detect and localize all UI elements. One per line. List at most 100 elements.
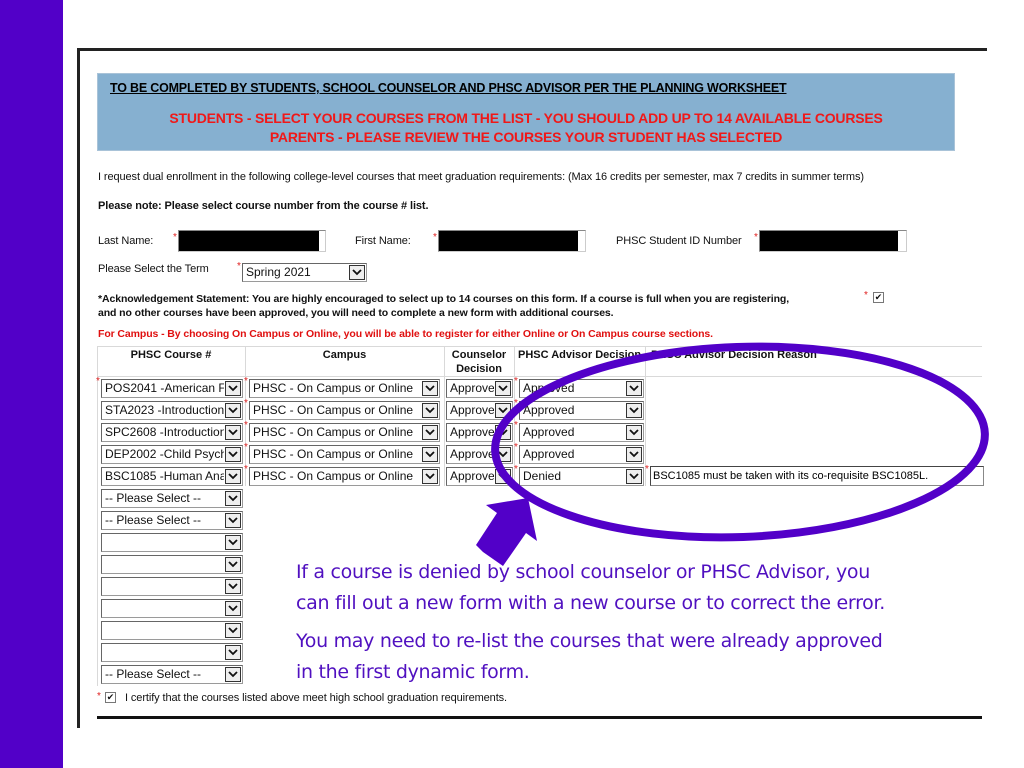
counselor-decision-select-value: Approve — [450, 447, 494, 461]
counselor-decision-select[interactable]: Approve — [446, 445, 513, 464]
course-select[interactable] — [101, 643, 243, 662]
slide-accent-bar — [0, 0, 63, 768]
course-select-value: SPC2608 -Introduction — [105, 425, 224, 439]
advisor-decision-select-value: Denied — [523, 469, 562, 483]
advisor-decision-select[interactable]: Denied — [519, 467, 644, 486]
course-select[interactable]: -- Please Select -- — [101, 511, 243, 530]
callout-line-1: If a course is denied by school counselo… — [296, 561, 871, 583]
chevron-down-icon[interactable] — [225, 623, 241, 638]
chevron-down-icon[interactable] — [495, 403, 511, 418]
required-marker: * — [514, 398, 518, 409]
chevron-down-icon[interactable] — [225, 513, 241, 528]
chevron-down-icon[interactable] — [225, 557, 241, 572]
advisor-decision-select[interactable]: Approved — [519, 379, 644, 398]
course-select[interactable]: STA2023 -Introduction — [101, 401, 243, 420]
course-select-value: BSC1085 -Human Anat — [105, 469, 224, 483]
course-select-value: POS2041 -American Fed — [105, 381, 224, 395]
chevron-down-icon[interactable] — [225, 403, 241, 418]
term-select-value: Spring 2021 — [246, 265, 311, 279]
required-marker: * — [645, 464, 649, 475]
chevron-down-icon[interactable] — [349, 265, 365, 280]
chevron-down-icon[interactable] — [626, 403, 642, 418]
campus-select[interactable]: PHSC - On Campus or Online — [249, 467, 440, 486]
course-select[interactable]: BSC1085 -Human Anat — [101, 467, 243, 486]
chevron-down-icon[interactable] — [495, 469, 511, 484]
form-bottom-rule — [97, 716, 982, 719]
required-marker: * — [244, 442, 248, 453]
campus-select-value: PHSC - On Campus or Online — [253, 425, 414, 439]
chevron-down-icon[interactable] — [422, 425, 438, 440]
course-select[interactable]: POS2041 -American Fed — [101, 379, 243, 398]
chevron-down-icon[interactable] — [422, 447, 438, 462]
required-marker: * — [244, 464, 248, 475]
header-reason: PHSC Advisor Decision Reason — [649, 349, 817, 361]
course-select-value: STA2023 -Introduction — [105, 403, 224, 417]
term-select[interactable]: Spring 2021 — [242, 263, 367, 282]
banner-title: TO BE COMPLETED BY STUDENTS, SCHOOL COUN… — [110, 81, 787, 95]
counselor-decision-select[interactable]: Approve — [446, 379, 513, 398]
chevron-down-icon[interactable] — [626, 425, 642, 440]
advisor-reason-input[interactable]: BSC1085 must be taken with its co-requis… — [650, 466, 984, 486]
course-select[interactable]: -- Please Select -- — [101, 489, 243, 508]
redaction-bar — [439, 231, 578, 251]
chevron-down-icon[interactable] — [495, 447, 511, 462]
chevron-down-icon[interactable] — [225, 425, 241, 440]
chevron-down-icon[interactable] — [422, 469, 438, 484]
required-marker: * — [244, 420, 248, 431]
course-select[interactable] — [101, 533, 243, 552]
certify-label: I certify that the courses listed above … — [125, 692, 508, 704]
campus-select[interactable]: PHSC - On Campus or Online — [249, 401, 440, 420]
counselor-decision-select-value: Approve — [450, 425, 494, 439]
callout-line-2: can fill out a new form with a new cours… — [296, 592, 885, 614]
chevron-down-icon[interactable] — [495, 381, 511, 396]
advisor-decision-select[interactable]: Approved — [519, 423, 644, 442]
campus-select[interactable]: PHSC - On Campus or Online — [249, 445, 440, 464]
chevron-down-icon[interactable] — [225, 469, 241, 484]
chevron-down-icon[interactable] — [422, 381, 438, 396]
course-select[interactable] — [101, 621, 243, 640]
advisor-decision-select[interactable]: Approved — [519, 445, 644, 464]
table-border — [97, 376, 982, 377]
campus-select[interactable]: PHSC - On Campus or Online — [249, 379, 440, 398]
campus-select-value: PHSC - On Campus or Online — [253, 403, 414, 417]
course-select[interactable] — [101, 577, 243, 596]
counselor-decision-select[interactable]: Approve — [446, 423, 513, 442]
required-marker: * — [754, 232, 758, 243]
course-select[interactable]: SPC2608 -Introduction — [101, 423, 243, 442]
chevron-down-icon[interactable] — [495, 425, 511, 440]
chevron-down-icon[interactable] — [225, 579, 241, 594]
header-advisor: PHSC Advisor Decision — [518, 349, 642, 361]
chevron-down-icon[interactable] — [422, 403, 438, 418]
campus-select[interactable]: PHSC - On Campus or Online — [249, 423, 440, 442]
advisor-decision-select-value: Approved — [523, 447, 575, 461]
chevron-down-icon[interactable] — [225, 447, 241, 462]
chevron-down-icon[interactable] — [225, 667, 241, 682]
acknowledgement-checkbox[interactable]: ✔ — [873, 292, 884, 303]
counselor-decision-select-value: Approve — [450, 381, 494, 395]
course-select[interactable]: -- Please Select -- — [101, 665, 243, 684]
chevron-down-icon[interactable] — [225, 645, 241, 660]
campus-select-value: PHSC - On Campus or Online — [253, 381, 414, 395]
counselor-decision-select[interactable]: Approve — [446, 467, 513, 486]
course-select[interactable] — [101, 555, 243, 574]
course-select-value: -- Please Select -- — [105, 491, 202, 505]
chevron-down-icon[interactable] — [626, 381, 642, 396]
chevron-down-icon[interactable] — [225, 381, 241, 396]
advisor-decision-select[interactable]: Approved — [519, 401, 644, 420]
instruction-banner: TO BE COMPLETED BY STUDENTS, SCHOOL COUN… — [97, 73, 955, 151]
counselor-decision-select-value: Approve — [450, 403, 494, 417]
table-border — [97, 346, 98, 686]
chevron-down-icon[interactable] — [225, 535, 241, 550]
chevron-down-icon[interactable] — [626, 447, 642, 462]
counselor-decision-select[interactable]: Approve — [446, 401, 513, 420]
course-select[interactable] — [101, 599, 243, 618]
chevron-down-icon[interactable] — [225, 601, 241, 616]
course-select[interactable]: DEP2002 -Child Psych — [101, 445, 243, 464]
certify-checkbox[interactable]: ✔ — [105, 692, 116, 703]
advisor-decision-select-value: Approved — [523, 403, 575, 417]
chevron-down-icon[interactable] — [225, 491, 241, 506]
required-marker: * — [433, 232, 437, 243]
campus-note: For Campus - By choosing On Campus or On… — [98, 328, 713, 340]
chevron-down-icon[interactable] — [626, 469, 642, 484]
advisor-decision-select-value: Approved — [523, 381, 575, 395]
